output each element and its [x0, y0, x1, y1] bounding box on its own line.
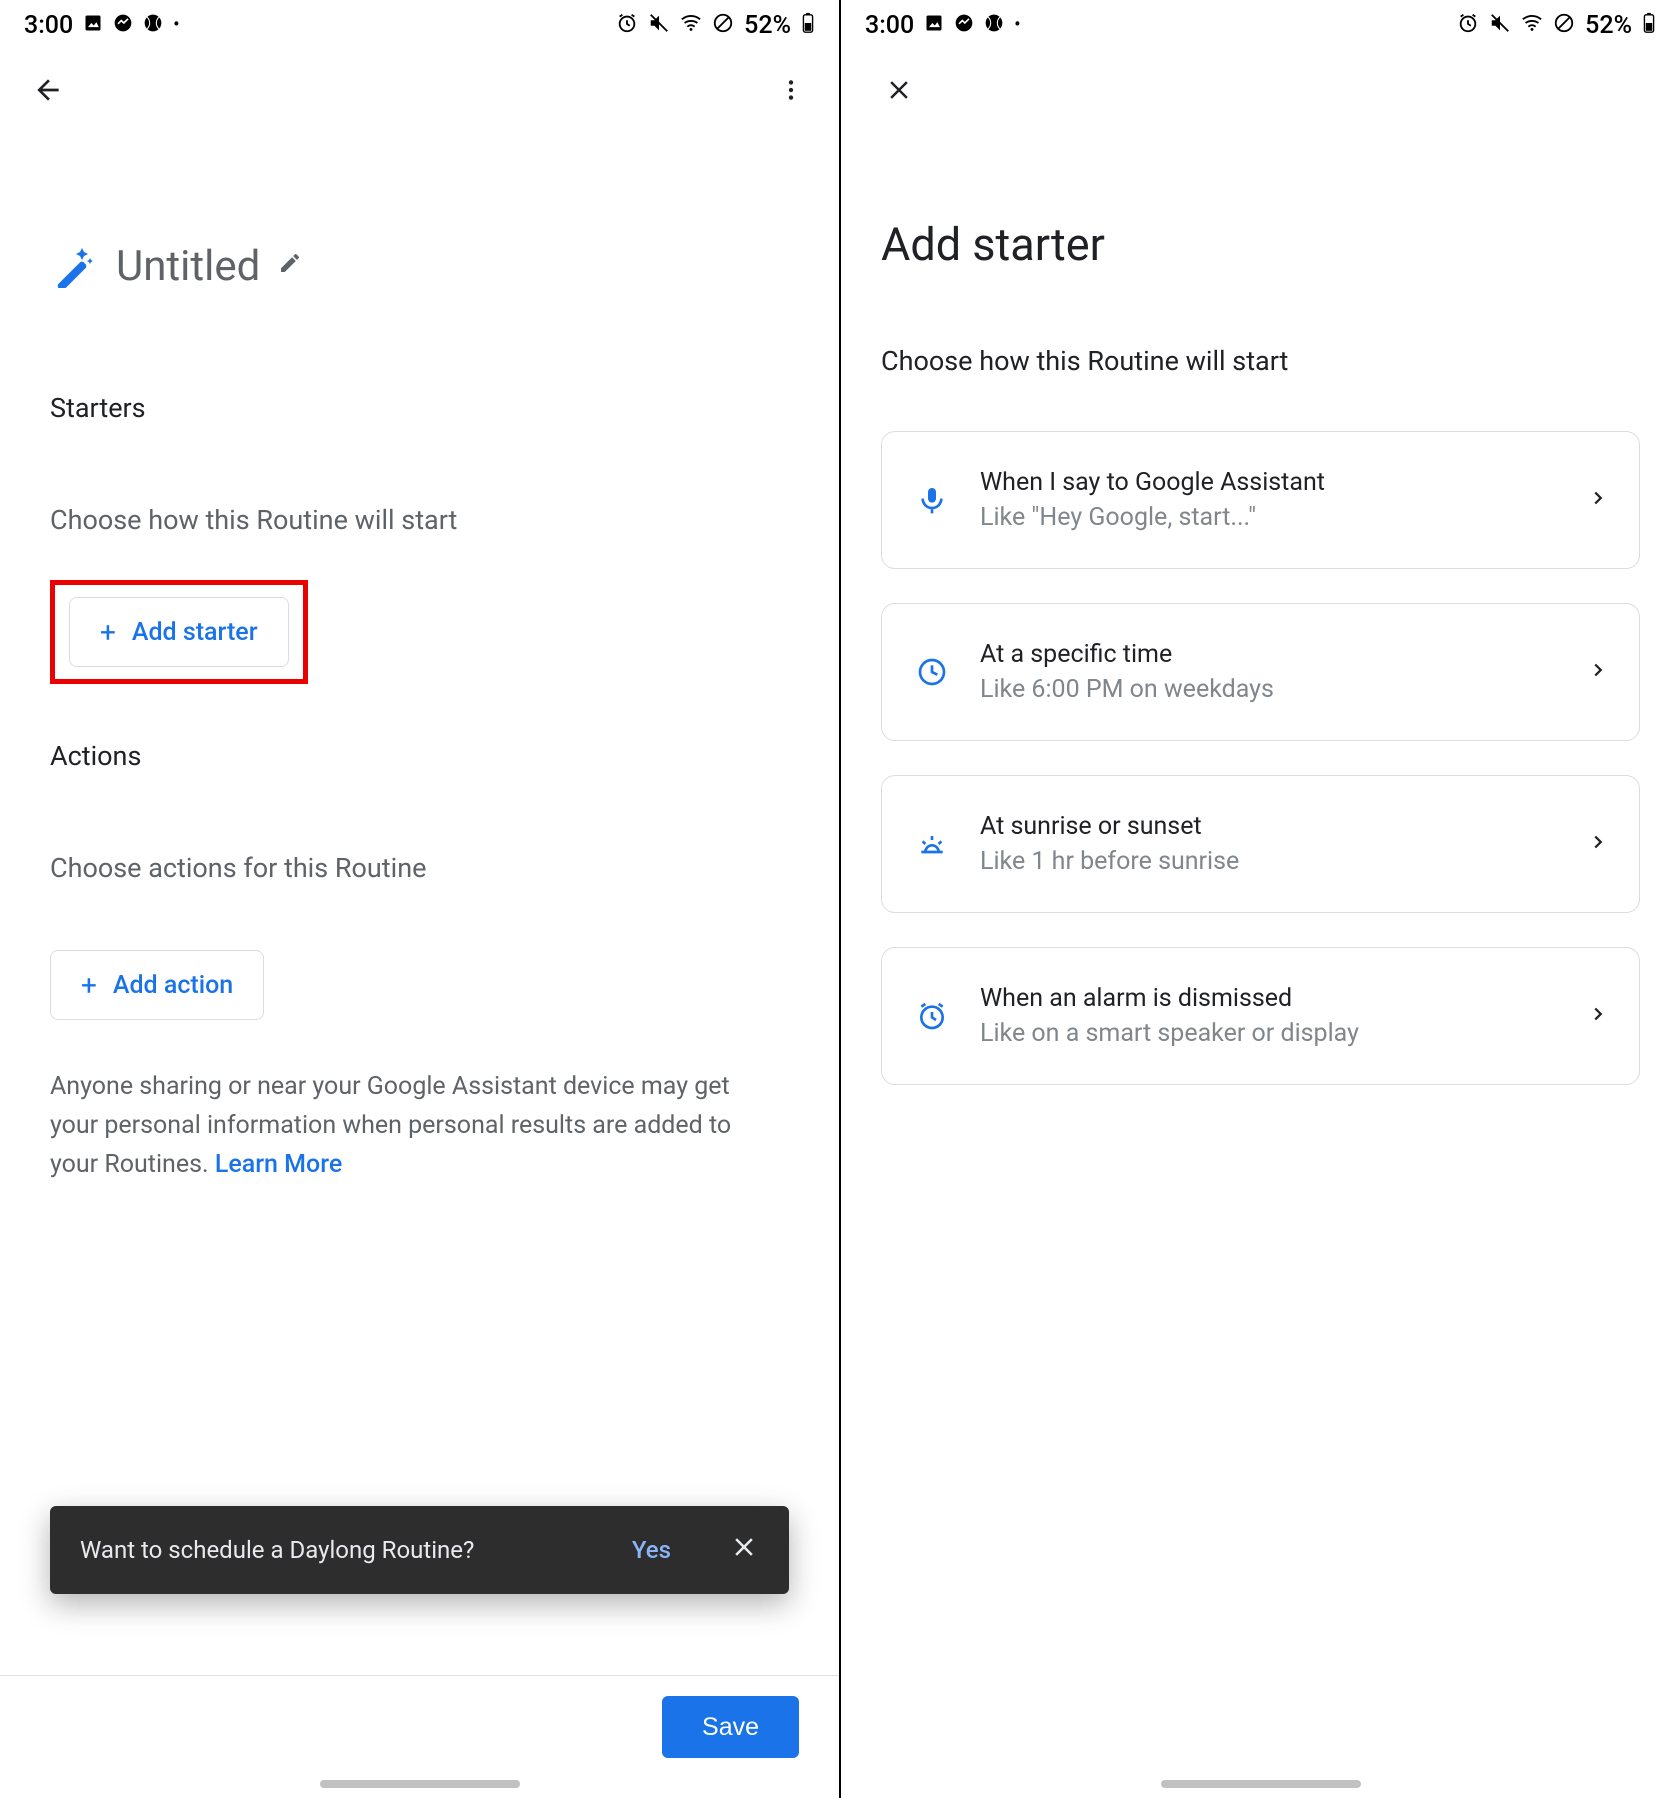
option-title: At a specific time: [980, 640, 1559, 669]
chevron-right-icon: [1587, 831, 1609, 857]
routine-title-row: Untitled: [50, 240, 789, 292]
actions-subtitle: Choose actions for this Routine: [50, 852, 789, 884]
image-icon: [924, 13, 944, 37]
add-starter-button[interactable]: + Add starter: [69, 597, 289, 667]
clock-icon: [912, 656, 952, 688]
starters-subtitle: Choose how this Routine will start: [50, 504, 789, 536]
battery-icon: [801, 12, 815, 39]
android-status-bar: 3:00 •: [841, 0, 1680, 50]
close-button[interactable]: [879, 70, 919, 110]
starter-option-voice[interactable]: When I say to Google Assistant Like "Hey…: [881, 431, 1640, 569]
starters-heading: Starters: [50, 392, 789, 424]
messenger-icon: [113, 13, 133, 37]
screen-add-starter: 3:00 •: [841, 0, 1680, 1798]
add-action-button[interactable]: + Add action: [50, 950, 264, 1020]
routine-icon: [50, 240, 98, 292]
screen-routine-editor: 3:00 •: [0, 0, 839, 1798]
battery-percent: 52%: [1585, 13, 1632, 38]
add-starter-label: Add starter: [132, 618, 258, 647]
no-sim-icon: [1553, 12, 1575, 38]
learn-more-link[interactable]: Learn More: [215, 1150, 342, 1179]
mute-icon: [648, 12, 670, 38]
mic-icon: [912, 484, 952, 516]
starter-option-time[interactable]: At a specific time Like 6:00 PM on weekd…: [881, 603, 1640, 741]
page-title: Add starter: [881, 218, 1640, 271]
page-subtitle: Choose how this Routine will start: [881, 345, 1640, 377]
plus-icon: +: [100, 616, 116, 649]
gesture-nav-bar: [1161, 1780, 1361, 1788]
mute-icon: [1489, 12, 1511, 38]
disclaimer-text: Anyone sharing or near your Google Assis…: [50, 1068, 770, 1184]
gesture-nav-bar: [320, 1780, 520, 1788]
chevron-right-icon: [1587, 487, 1609, 513]
edit-title-button[interactable]: [278, 251, 302, 282]
alarm-icon: [616, 12, 638, 38]
more-dot-icon: •: [173, 16, 179, 34]
actions-heading: Actions: [50, 740, 789, 772]
back-button[interactable]: [28, 70, 68, 110]
starter-option-sun[interactable]: At sunrise or sunset Like 1 hr before su…: [881, 775, 1640, 913]
no-sim-icon: [712, 12, 734, 38]
overflow-menu-button[interactable]: [771, 70, 811, 110]
snackbar: Want to schedule a Daylong Routine? Yes: [50, 1506, 789, 1594]
battery-icon: [1642, 12, 1656, 39]
plus-icon: +: [81, 969, 97, 1002]
alarm-icon: [912, 1000, 952, 1032]
more-dot-icon: •: [1014, 16, 1020, 34]
starter-option-alarm[interactable]: When an alarm is dismissed Like on a sma…: [881, 947, 1640, 1085]
baseball-icon: [143, 13, 163, 37]
baseball-icon: [984, 13, 1004, 37]
wifi-icon: [680, 12, 702, 38]
snackbar-yes-button[interactable]: Yes: [632, 1536, 671, 1564]
status-time: 3:00: [865, 13, 914, 38]
chevron-right-icon: [1587, 1003, 1609, 1029]
add-action-label: Add action: [113, 971, 233, 1000]
image-icon: [83, 13, 103, 37]
save-button[interactable]: Save: [662, 1696, 799, 1758]
snackbar-text: Want to schedule a Daylong Routine?: [80, 1536, 632, 1564]
messenger-icon: [954, 13, 974, 37]
battery-percent: 52%: [744, 13, 791, 38]
chevron-right-icon: [1587, 659, 1609, 685]
appbar: [0, 50, 839, 130]
option-subtitle: Like 6:00 PM on weekdays: [980, 675, 1559, 704]
option-title: When an alarm is dismissed: [980, 984, 1559, 1013]
sunrise-icon: [912, 828, 952, 860]
option-title: When I say to Google Assistant: [980, 468, 1559, 497]
option-title: At sunrise or sunset: [980, 812, 1559, 841]
option-subtitle: Like on a smart speaker or display: [980, 1019, 1559, 1048]
wifi-icon: [1521, 12, 1543, 38]
alarm-icon: [1457, 12, 1479, 38]
snackbar-close-button[interactable]: [729, 1532, 759, 1568]
appbar: [841, 50, 1680, 130]
option-subtitle: Like "Hey Google, start...": [980, 503, 1559, 532]
android-status-bar: 3:00 •: [0, 0, 839, 50]
status-time: 3:00: [24, 13, 73, 38]
tutorial-highlight: + Add starter: [50, 580, 308, 684]
routine-title: Untitled: [116, 242, 260, 291]
option-subtitle: Like 1 hr before sunrise: [980, 847, 1559, 876]
